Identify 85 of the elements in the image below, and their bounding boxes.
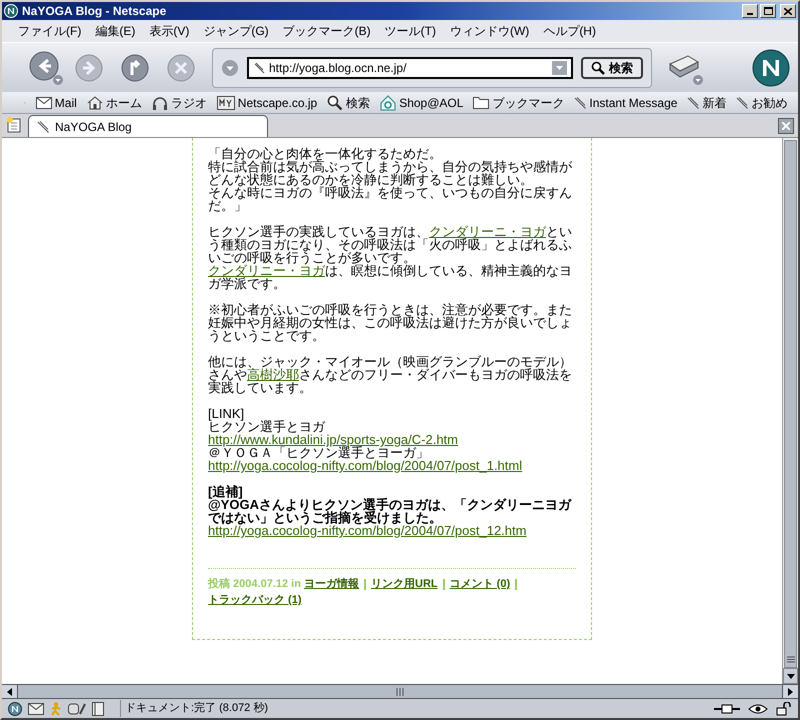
scroll-down-button[interactable] [783, 668, 798, 684]
menu-item[interactable]: ブックマーク(B) [282, 22, 371, 40]
paragraph: クンダリニー・ヨガは、瞑想に傾倒している、精神主義的なヨガ学派です。 [208, 264, 573, 290]
footer-link[interactable]: トラックバック (1) [208, 594, 302, 606]
text-link[interactable]: http://yoga.cocolog-nifty.com/blog/2004/07/post_1.html [208, 458, 522, 473]
post-date: 投稿 2004.07.12 in [208, 578, 301, 590]
scroll-left-button[interactable] [2, 685, 18, 698]
mail-icon[interactable] [28, 702, 44, 714]
eye-icon[interactable] [748, 702, 768, 714]
menu-item[interactable]: ツール(T) [384, 22, 436, 40]
dropdown-icon[interactable] [221, 58, 239, 76]
menu-item[interactable]: ファイル(F) [18, 22, 82, 40]
close-button[interactable] [780, 4, 796, 18]
bookmark-toolbar-item[interactable]: Instant Message [574, 92, 678, 112]
unlocked-padlock-icon[interactable] [776, 702, 792, 716]
browser-logo-icon [4, 4, 18, 18]
bookmark-toolbar-item[interactable]: Netscape.co.jp [216, 92, 318, 112]
paragraph: ヒクソン選手の実践しているヨガは、クンダリーニ・ヨガという種類のヨガになり、その呼吸法は「火の呼吸」とよばれるふいごの呼吸を行うことが多いです。 [208, 225, 573, 264]
connection-icon [714, 704, 740, 714]
address-field[interactable]: http://yoga.blog.ocn.ne.jp/ [247, 56, 573, 78]
paragraph: [LINK] [208, 407, 246, 420]
bookmark-toolbar-item[interactable]: Shop@AOL [380, 92, 464, 112]
close-tab-button[interactable] [778, 118, 794, 134]
minimize-button[interactable] [742, 4, 758, 18]
bookmark-toolbar-item[interactable]: 検索 [327, 92, 370, 112]
text-link[interactable]: http://www.kundalini.jp/sports-yoga/C-2.htm [208, 432, 458, 447]
paragraph: 特に試合前は気が高ぶってしまうから、自分の気持ちや感情がどんな状態にあるのかを冷静に判断することは難しい。 [208, 160, 573, 186]
forward-icon[interactable] [74, 52, 104, 82]
window-title: NaYOGA Blog - Netscape [22, 3, 166, 20]
paragraph: 他には、ジャック・マイオール（映画グランブルーのモデル） [208, 355, 573, 368]
browser-logo-icon[interactable] [752, 48, 790, 86]
search-button[interactable]: 検索 [581, 56, 643, 78]
horizontal-scrollbar[interactable] [2, 684, 798, 699]
notebook-icon[interactable] [92, 702, 104, 716]
paragraph: ヒクソン選手とヨガ [208, 420, 326, 433]
scroll-right-button[interactable] [782, 685, 798, 698]
paragraph: @YOGAさんよりヒクソン選手のヨガは、「クンダリーニヨガではない」というご指摘を受けました。 [208, 498, 572, 524]
text-link[interactable]: クンダリニー・ヨガ [208, 263, 325, 278]
search-icon [591, 60, 605, 74]
text-link[interactable]: クンダリーニ・ヨガ [429, 224, 546, 239]
close-icon [782, 122, 790, 130]
footer-link[interactable]: ヨーガ情報 [304, 578, 360, 590]
folder-icon [473, 96, 490, 109]
reload-icon[interactable] [120, 52, 150, 82]
right-arrow-icon [788, 688, 793, 696]
paragraph: そんな時にヨガの『呼吸法』を使って、いつもの自分に戻すんだ。」 [208, 186, 573, 212]
back-icon[interactable] [28, 50, 64, 86]
house-icon [86, 96, 103, 110]
vertical-scrollbar[interactable] [782, 138, 798, 684]
menu-item[interactable]: ジャンプ(G) [203, 22, 269, 40]
footer-link[interactable]: リンク用URL [371, 578, 438, 590]
paragraph: ※初心者がふいごの呼吸を行うときは、注意が必要です。また妊娠中や月経期の女性は、この呼吸法は避けた方が良いでしょうということです。 [208, 303, 573, 342]
menu-item[interactable]: 編集(E) [95, 22, 136, 40]
stop-icon[interactable] [166, 52, 196, 82]
browser-logo-icon[interactable] [8, 702, 22, 716]
close-icon [784, 8, 792, 14]
status-text: ドキュメント:完了 (8.072 秒) [120, 700, 560, 717]
paragraph: 「自分の心と肉体を一体化するためだ。 [208, 147, 443, 160]
minimize-icon [747, 13, 753, 15]
headphones-icon [152, 96, 168, 110]
envelope-icon [36, 96, 52, 108]
menu-item[interactable]: ウィンドウ(W) [450, 22, 530, 40]
composer-icon[interactable] [68, 702, 86, 716]
footer-link[interactable]: コメント (0) [450, 578, 510, 590]
maximize-button[interactable] [760, 4, 776, 18]
bookmark-toolbar-item[interactable]: お勧め [736, 92, 788, 112]
paragraph: ＠ＹＯＧＡ「ヒクソン選手とヨーガ」 [208, 446, 429, 459]
bookmark-toolbar-item[interactable]: ホーム [86, 92, 142, 112]
paragraph: [追補] [208, 485, 244, 498]
menu-item[interactable]: ヘルプ(H) [543, 22, 596, 40]
at-sign-house-icon [380, 94, 396, 110]
bookmark-toolbar-item[interactable]: ブックマーク [473, 92, 564, 112]
bookmark-toolbar-item[interactable]: ラジオ [152, 92, 207, 112]
bookmark-toolbar-item[interactable]: 新着 [687, 92, 726, 112]
bookmark-toolbar-item[interactable]: Mail [36, 92, 77, 112]
left-arrow-icon [7, 688, 12, 696]
scrollbar-thumb[interactable] [784, 140, 797, 668]
search-icon [327, 94, 344, 110]
menu-item[interactable]: 表示(V) [149, 22, 190, 40]
down-arrow-icon [786, 674, 794, 678]
maximize-icon [764, 7, 772, 15]
grip-icon [396, 688, 404, 696]
my-icon [216, 96, 235, 110]
tab[interactable]: NaYOGA Blog [28, 115, 268, 137]
grip-icon [786, 656, 794, 663]
